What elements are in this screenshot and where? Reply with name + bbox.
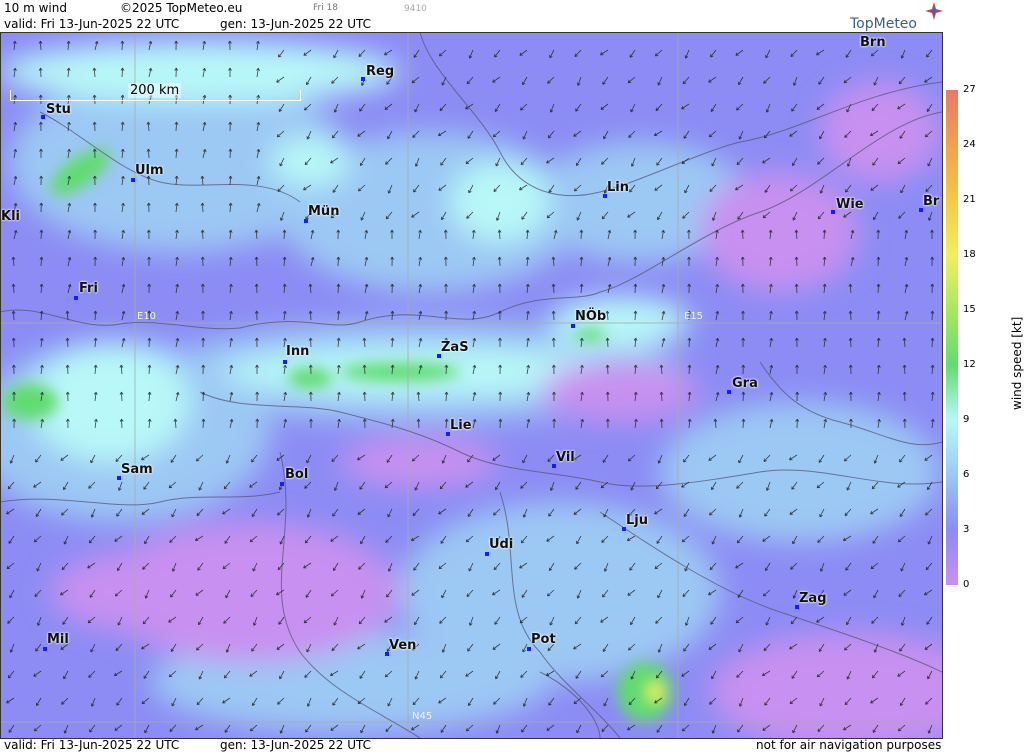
city-marker xyxy=(527,647,531,651)
valid-time: valid: Fri 13-Jun-2025 22 UTC xyxy=(4,17,180,31)
tick-21: 21 xyxy=(963,194,976,205)
tick-15: 15 xyxy=(963,304,976,315)
scale-label: 200 km xyxy=(128,83,182,98)
footer-valid-time: valid: Fri 13-Jun-2025 22 UTC xyxy=(4,738,180,752)
footer-gen-time: gen: 13-Jun-2025 22 UTC xyxy=(220,738,372,752)
city-marker xyxy=(283,360,287,364)
gen-time: gen: 13-Jun-2025 22 UTC xyxy=(220,17,372,31)
city-label-wie: Wie xyxy=(836,197,864,212)
city-marker xyxy=(831,210,835,214)
city-label-ulm: Ulm xyxy=(135,163,164,178)
city-marker xyxy=(571,324,575,328)
topmeteo-logo: TopMeteo xyxy=(850,16,917,32)
city-marker xyxy=(74,296,78,300)
city-label-inn: Inn xyxy=(286,344,310,359)
tick-9: 9 xyxy=(963,414,970,425)
city-label-kli: Kli xyxy=(1,209,20,224)
tick-18: 18 xyxy=(963,249,976,260)
city-label-zag: Zag xyxy=(799,591,827,606)
city-marker xyxy=(727,390,731,394)
city-label-ven: Ven xyxy=(389,638,417,653)
tick-27: 27 xyxy=(963,84,976,95)
city-label-brn: Brn xyxy=(860,35,886,50)
city-label-gra: Gra xyxy=(732,376,758,391)
city-marker xyxy=(485,552,489,556)
city-marker xyxy=(43,647,47,651)
footer-disclaimer: not for air navigation purposes xyxy=(756,738,942,752)
wind-speed-colorbar xyxy=(946,90,958,585)
wind-map: 200 km E10 E15 N45 Stu Ulm Kli Mün Reg B… xyxy=(0,32,942,738)
city-label-fri: Fri xyxy=(79,281,98,296)
city-label-lin: Lin xyxy=(607,180,629,195)
compass-logo-icon xyxy=(925,2,943,20)
copyright: ©2025 TopMeteo.eu xyxy=(120,1,243,15)
wind-field xyxy=(0,32,942,738)
city-marker xyxy=(131,178,135,182)
tick-24: 24 xyxy=(963,139,976,150)
tick-12: 12 xyxy=(963,359,976,370)
grid-label-n45: N45 xyxy=(412,711,433,722)
city-label-pot: Pot xyxy=(531,632,556,647)
city-marker xyxy=(41,115,45,119)
city-label-mil: Mil xyxy=(47,632,69,647)
code-tag: 9410 xyxy=(404,4,427,14)
day-tag: Fri 18 xyxy=(313,3,339,13)
city-label-mun: Mün xyxy=(308,204,340,219)
city-marker xyxy=(304,219,308,223)
grid-label-e15: E15 xyxy=(684,311,704,322)
tick-3: 3 xyxy=(963,524,970,535)
city-label-nob: NÖb xyxy=(575,309,607,324)
city-label-zas: ZaS xyxy=(441,340,469,355)
city-marker xyxy=(280,482,284,486)
city-label-vil: Vil xyxy=(556,450,575,465)
city-label-br: Br xyxy=(923,194,940,209)
city-label-bol: Bol xyxy=(285,467,309,482)
tick-0: 0 xyxy=(963,579,970,590)
city-label-udi: Udi xyxy=(489,537,514,552)
colorbar-unit-label: wind speed [kt] xyxy=(1010,316,1024,410)
city-label-sam: Sam xyxy=(121,462,153,477)
map-title: 10 m wind xyxy=(4,1,67,15)
grid-label-e10: E10 xyxy=(137,311,157,322)
city-label-stu: Stu xyxy=(46,102,71,117)
city-label-lie: Lie xyxy=(450,418,472,433)
city-label-reg: Reg xyxy=(366,64,395,79)
tick-6: 6 xyxy=(963,469,970,480)
city-label-lju: Lju xyxy=(626,513,648,528)
city-marker xyxy=(361,77,365,81)
